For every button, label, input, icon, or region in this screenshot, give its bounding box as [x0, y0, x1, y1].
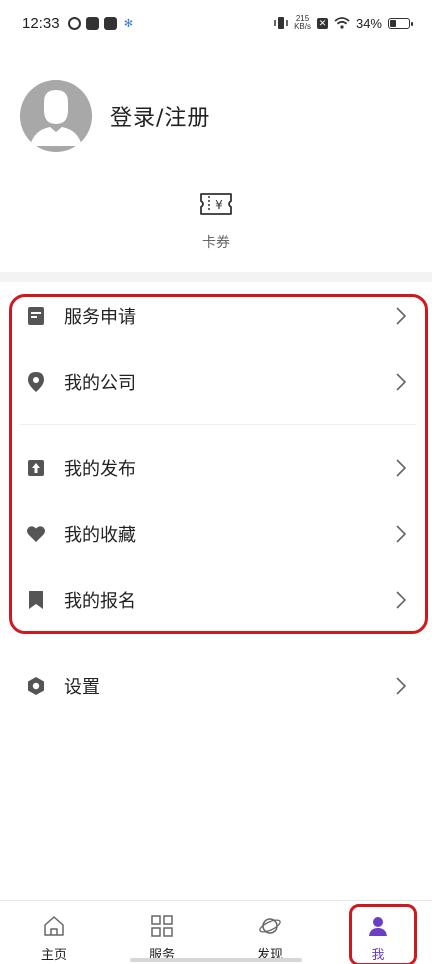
sync-icon [68, 17, 81, 30]
profile-login[interactable]: 登录/注册 [20, 80, 210, 152]
default-avatar-icon [20, 80, 92, 152]
battery-icon [388, 17, 413, 29]
app-notification-icon [86, 17, 99, 30]
login-register-label: 登录/注册 [110, 106, 211, 131]
battery-percent: 34% [355, 15, 382, 31]
network-app-icon: ✻ [123, 17, 134, 30]
avatar [20, 80, 92, 152]
status-bar: 12:33 ✻ 215 KB/s ✕ 34% [0, 0, 432, 52]
vibrate-icon [274, 17, 288, 29]
chevron-right-icon [396, 677, 407, 695]
net-speed-unit: KB/s [294, 22, 311, 31]
planet-icon [259, 918, 281, 934]
nav-home[interactable]: 主页 [0, 901, 108, 964]
net-speed: 215 KB/s [294, 15, 311, 31]
highlight-box [349, 904, 417, 964]
app-notification-icon [104, 17, 117, 30]
section-separator [0, 272, 432, 282]
highlight-box [9, 294, 428, 634]
settings-hex-icon [26, 676, 46, 696]
nav-services[interactable]: 服务 [108, 901, 216, 964]
status-notification-icons: ✻ [68, 17, 135, 30]
nav-discover[interactable]: 发现 [216, 901, 324, 964]
status-time: 12:33 [22, 15, 60, 32]
grid-icon [151, 915, 173, 937]
coupon-label: 卡券 [202, 235, 230, 251]
coupon-currency-symbol: ¥ [215, 198, 223, 212]
menu-item-label: 设置 [64, 677, 100, 698]
status-right: 215 KB/s ✕ 34% [274, 15, 413, 31]
coupon-entry[interactable]: ¥ 卡券 [176, 188, 256, 260]
coupon-icon: ¥ [200, 193, 232, 215]
nav-label: 主页 [40, 948, 67, 963]
sim-off-icon: ✕ [316, 17, 328, 29]
menu-item-settings[interactable]: 设置 [0, 656, 432, 716]
home-indicator[interactable] [130, 958, 302, 962]
wifi-icon [334, 17, 350, 29]
home-icon [44, 916, 64, 936]
